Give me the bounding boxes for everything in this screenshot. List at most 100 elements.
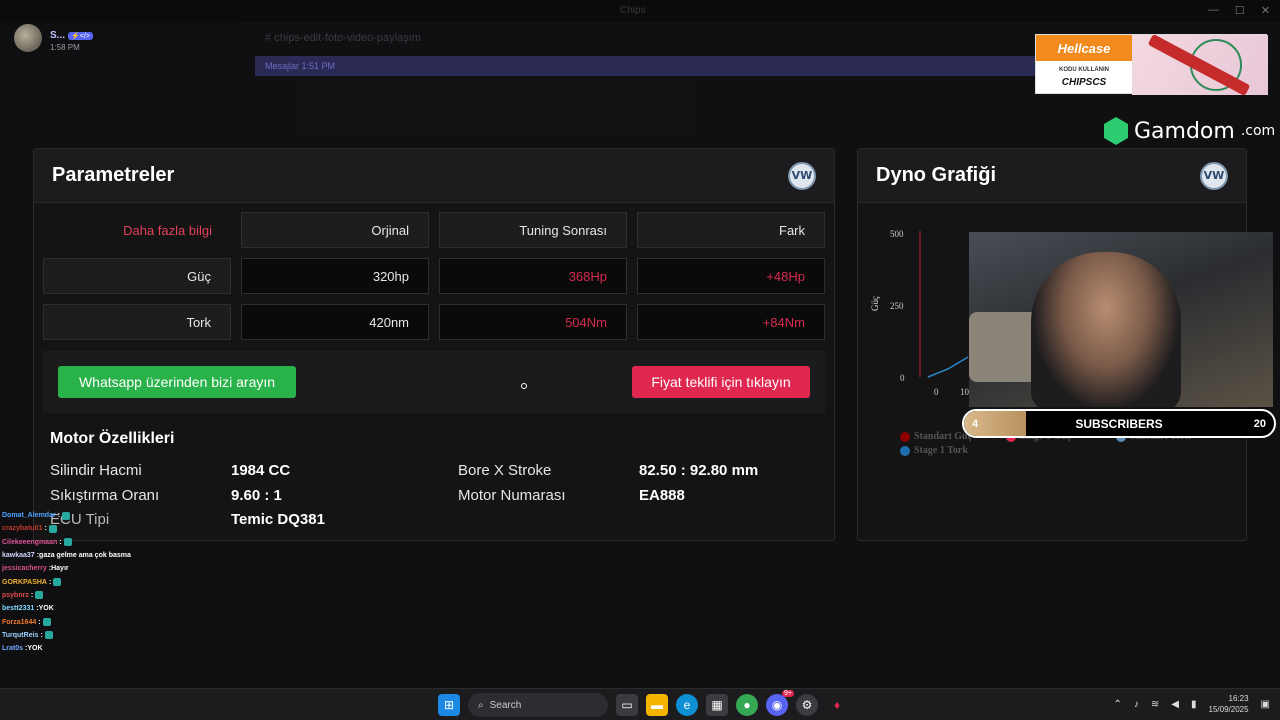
spec-value-compression: 9.60 : 1	[231, 487, 282, 504]
spec-value-ecu: Temic DQ381	[231, 511, 325, 528]
chat-username[interactable]: crazybatu01	[2, 525, 42, 532]
chat-separator: :	[48, 578, 52, 586]
dyno-chart: Güç 500 250 0 0 10	[870, 229, 970, 397]
quote-button[interactable]: Fiyat teklifi için tıklayın	[632, 366, 810, 398]
new-messages-banner[interactable]: Mesajlar 1:51 PM	[255, 56, 1035, 76]
chat-message: TurqutReis:	[2, 629, 232, 642]
vw-logo-icon: VW	[788, 161, 816, 190]
row-label-torque: Tork	[43, 304, 231, 340]
maximize-icon[interactable]: ☐	[1235, 4, 1245, 17]
torque-diff: +84Nm	[637, 304, 825, 340]
legend-label: Stage 1 Tork	[914, 445, 968, 456]
action-bar: Whatsapp üzerinden bizi arayın Fiyat tek…	[43, 351, 825, 413]
windows-start-icon[interactable]: ⊞	[438, 694, 460, 716]
motor-specs-title: Motor Özellikleri	[50, 430, 175, 447]
emote-icon	[63, 538, 72, 547]
chrome-icon[interactable]: ●	[736, 694, 758, 716]
microphone-icon[interactable]: ♪	[1134, 699, 1139, 710]
video-thumbnail	[295, 80, 695, 135]
power-tuned: 368Hp	[439, 258, 627, 294]
battery-icon[interactable]: ▮	[1191, 699, 1197, 710]
chat-message: Lrat0s: YOK	[2, 642, 232, 655]
y-tick-0: 0	[900, 373, 905, 383]
clock-time: 16:23	[1228, 694, 1249, 703]
chat-username[interactable]: kawkaa37	[2, 552, 35, 559]
gamdom-icon	[1104, 117, 1128, 145]
vw-logo-icon: VW	[1200, 161, 1228, 190]
spec-value-engine-no: EA888	[639, 487, 685, 504]
chat-separator: :	[57, 512, 61, 520]
chevron-up-icon[interactable]: ⌃	[1114, 699, 1122, 710]
chat-separator: :	[44, 525, 47, 533]
spec-value-bore: 82.50 : 92.80 mm	[639, 462, 759, 479]
chat-text: gaza gelme ama çok basma	[39, 552, 131, 560]
chat-username[interactable]: GORKPASHA	[2, 579, 47, 586]
chat-username[interactable]: Domat_Alemdar	[2, 512, 56, 519]
close-icon[interactable]: ✕	[1261, 4, 1270, 17]
taskbar-search[interactable]: ⌕ Search	[468, 693, 608, 717]
subscriber-label: SUBSCRIBERS	[1075, 416, 1163, 431]
hellcase-artwork	[1132, 35, 1268, 95]
subscriber-goal: 20	[1253, 417, 1266, 430]
more-info-link[interactable]: Daha fazla bilgi	[43, 212, 231, 248]
y-tick-500: 500	[890, 229, 904, 239]
gamdom-tld: .com	[1240, 123, 1276, 139]
volume-icon[interactable]: ◀	[1171, 699, 1179, 710]
legend-label: Standart Güç	[914, 431, 973, 442]
torque-tuned: 504Nm	[439, 304, 627, 340]
search-icon: ⌕	[478, 699, 484, 711]
panel-title: Dyno Grafiği	[876, 164, 997, 186]
chat-username[interactable]: Lrat0s	[2, 645, 23, 652]
dyno-header: Dyno Grafiği VW	[858, 149, 1246, 203]
edge-icon[interactable]: e	[676, 694, 698, 716]
spec-label-displacement: Silindir Hacmi	[50, 462, 142, 479]
chat-message: psybnrz:	[2, 589, 232, 602]
file-explorer-icon[interactable]: ▬	[646, 694, 668, 716]
legend-item[interactable]: Standart Güç	[900, 431, 972, 442]
chat-username[interactable]: psybnrz	[2, 592, 29, 599]
hellcase-info: Hellcase KODU KULLANIN CHIPSCS	[1036, 35, 1132, 95]
taskbar-apps: ⊞ ⌕ Search ▭ ▬ e ▦ ● ◉ 9+ ⚙ ♦	[438, 690, 848, 717]
hellcase-logo: Hellcase	[1036, 35, 1132, 61]
col-tuning-header: Tuning Sonrası	[439, 212, 627, 248]
hellcase-line1: KODU KULLANIN	[1059, 67, 1109, 73]
wifi-icon[interactable]: ≋	[1151, 699, 1159, 710]
legend-item[interactable]: Stage 1 Tork	[900, 445, 968, 456]
pin-icon[interactable]: ♦	[826, 694, 848, 716]
panel-title: Parametreler	[52, 164, 175, 186]
chat-username[interactable]: Cilekeeengmaan	[2, 539, 57, 546]
task-view-icon[interactable]: ▭	[616, 694, 638, 716]
parameters-header: Parametreler VW	[34, 149, 834, 203]
y-axis-label: Güç	[870, 296, 880, 311]
app-icon[interactable]: ⚙	[796, 694, 818, 716]
chat-separator: :	[59, 538, 62, 546]
avatar[interactable]	[14, 24, 42, 52]
taskbar: ⊞ ⌕ Search ▭ ▬ e ▦ ● ◉ 9+ ⚙ ♦ ⌃ ♪ ≋ ◀ ▮ 16…	[0, 688, 1280, 720]
chat-username[interactable]: Forza1644	[2, 619, 36, 626]
store-icon[interactable]: ▦	[706, 694, 728, 716]
chat-username[interactable]: TurqutReis	[2, 632, 38, 639]
message-time: 1:58 PM	[50, 42, 80, 52]
whatsapp-button[interactable]: Whatsapp üzerinden bizi arayın	[58, 366, 296, 398]
webcam-overlay	[969, 232, 1273, 407]
channel-name: chips-edit-foto-video-paylaşım	[274, 32, 421, 44]
notification-icon[interactable]: ▣	[1261, 699, 1270, 710]
chat-username[interactable]: bestt2331	[2, 605, 34, 612]
chat-separator: :	[30, 591, 34, 599]
emote-icon	[48, 524, 57, 533]
spec-label-engine-no: Motor Numarası	[458, 487, 566, 504]
window-controls: — ☐ ✕	[1208, 4, 1270, 17]
emote-icon	[35, 591, 44, 600]
user-profile[interactable]: S... ⚡</> 1:58 PM	[14, 24, 93, 52]
streamer-webcam	[1031, 252, 1181, 407]
chat-text: YOK	[38, 605, 54, 613]
discord-icon[interactable]: ◉ 9+	[766, 690, 794, 716]
x-tick-0: 0	[934, 387, 939, 397]
chat-message: crazybatu01:	[2, 522, 232, 535]
stream-chat: Domat_Alemdar: crazybatu01: Cilekeeengma…	[2, 509, 232, 655]
clock[interactable]: 16:23 15/09/2025	[1209, 693, 1249, 715]
power-diff: +48Hp	[637, 258, 825, 294]
minimize-icon[interactable]: —	[1208, 4, 1219, 17]
chat-username[interactable]: jessicacherry	[2, 565, 47, 572]
window-titlebar: Chips — ☐ ✕	[0, 0, 1280, 22]
